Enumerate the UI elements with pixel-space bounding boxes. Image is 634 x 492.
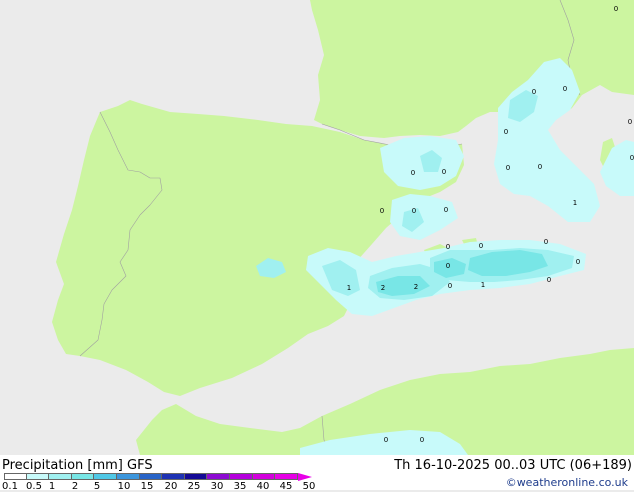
precipitation-colorbar xyxy=(4,472,312,481)
colorbar-tick-label: 50 xyxy=(302,481,316,492)
colorbar-swatch xyxy=(139,473,163,480)
map-value-label: 0 xyxy=(448,282,452,290)
map-title: Precipitation [mm] GFS xyxy=(2,458,153,473)
map-value-label: 0 xyxy=(411,169,415,177)
map-value-label: 0 xyxy=(563,85,567,93)
colorbar-swatch xyxy=(184,473,208,480)
colorbar-tick-label: 15 xyxy=(140,481,154,492)
colorbar-tick-label: 25 xyxy=(187,481,201,492)
map-value-label: 0 xyxy=(506,164,510,172)
colorbar-tick-label: 45 xyxy=(279,481,293,492)
map-value-label: 2 xyxy=(414,283,418,291)
map-value-label: 0 xyxy=(412,207,416,215)
colorbar-swatch xyxy=(26,473,50,480)
colorbar-tick-label: 1 xyxy=(48,481,56,492)
map-value-label: 0 xyxy=(380,207,384,215)
map-value-label: 0 xyxy=(628,118,632,126)
colorbar-tick-label: 2 xyxy=(71,481,79,492)
credit-link[interactable]: ©weatheronline.co.uk xyxy=(506,476,628,489)
map-validity-time: Th 16-10-2025 00..03 UTC (06+189) xyxy=(394,458,632,473)
colorbar-swatch xyxy=(162,473,185,480)
map-value-label: 0 xyxy=(547,276,551,284)
map-value-label: 1 xyxy=(573,199,577,207)
colorbar-tick-label: 0.1 xyxy=(2,481,18,492)
colorbar-swatch xyxy=(252,473,276,480)
colorbar-tick-label: 40 xyxy=(256,481,270,492)
map-value-label: 0 xyxy=(446,243,450,251)
map-value-label: 0 xyxy=(479,242,483,250)
map-value-label: 1 xyxy=(481,281,485,289)
colorbar-swatch xyxy=(207,473,230,480)
colorbar-arrow xyxy=(297,472,312,481)
map-value-label: 0 xyxy=(444,206,448,214)
precipitation-map: 0 0 0 0 0 0 0 0 0 0 0 0 0 0 0 0 0 0 0 1 … xyxy=(0,0,634,490)
colorbar-tick-label: 0.5 xyxy=(26,481,42,492)
map-value-label: 0 xyxy=(630,154,634,162)
colorbar-swatch xyxy=(275,473,298,480)
colorbar-tick-label: 5 xyxy=(93,481,101,492)
map-value-label: 0 xyxy=(614,5,618,13)
colorbar-tick-label: 20 xyxy=(164,481,178,492)
colorbar-tick-label: 10 xyxy=(117,481,131,492)
colorbar-swatch xyxy=(4,473,27,480)
colorbar-swatch xyxy=(49,473,72,480)
map-value-label: 2 xyxy=(381,284,385,292)
colorbar-swatch xyxy=(94,473,117,480)
map-value-label: 0 xyxy=(544,238,548,246)
colorbar-tick-label: 30 xyxy=(210,481,224,492)
colorbar-swatch xyxy=(71,473,95,480)
map-value-label: 0 xyxy=(532,88,536,96)
map-value-label: 1 xyxy=(347,284,351,292)
map-value-label: 0 xyxy=(504,128,508,136)
map-value-label: 0 xyxy=(576,258,580,266)
colorbar-swatch xyxy=(116,473,140,480)
map-value-label: 0 xyxy=(538,163,542,171)
map-value-label: 0 xyxy=(420,436,424,444)
map-value-label: 0 xyxy=(446,262,450,270)
map-value-label: 0 xyxy=(384,436,388,444)
colorbar-tick-label: 35 xyxy=(233,481,247,492)
colorbar-swatch xyxy=(229,473,253,480)
map-value-label: 0 xyxy=(442,168,446,176)
